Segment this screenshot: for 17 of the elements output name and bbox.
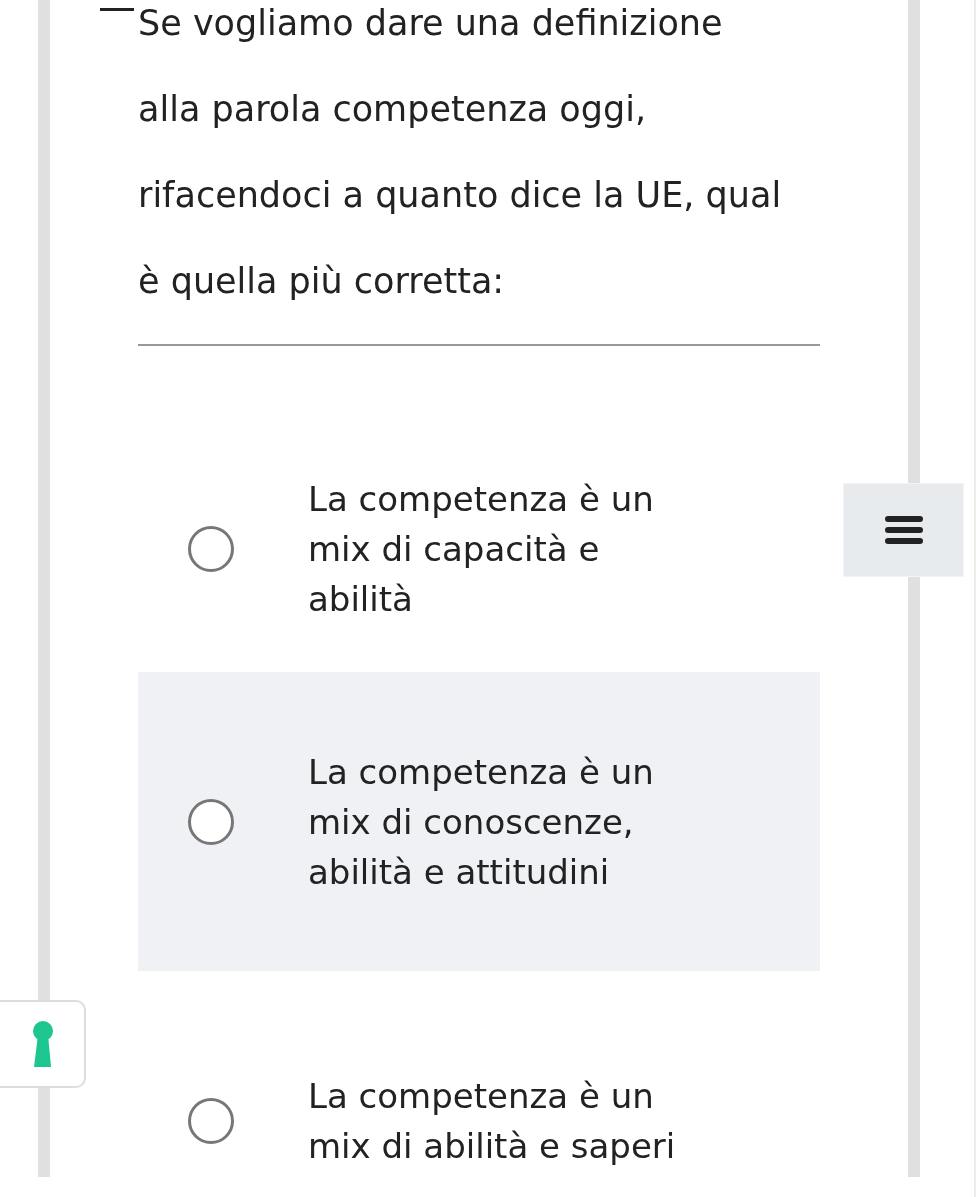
option-label: La competenza è un mix di abilità e saperi <box>308 1074 677 1168</box>
question-text: Se vogliamo dare una definizione <box>138 3 723 43</box>
question-text: rifacendoci a quanto dice la UE, qual <box>138 175 782 215</box>
question-text: alla parola competenza oggi, <box>138 89 647 129</box>
radio-button[interactable] <box>188 526 234 572</box>
menu-button[interactable] <box>843 483 964 577</box>
keyhole-icon <box>32 1021 54 1067</box>
answer-option[interactable]: La competenza è un mix di capacità e abilità <box>138 426 820 672</box>
option-label: La competenza è un mix di conoscenze, abilità e attitudini <box>308 750 655 894</box>
dash-mark <box>100 8 134 11</box>
radio-button[interactable] <box>188 798 234 845</box>
answer-option[interactable]: La competenza è un mix di abilità e saperi <box>138 971 820 1197</box>
radio-button[interactable] <box>188 1097 234 1144</box>
menu-icon <box>884 515 923 545</box>
answer-option[interactable]: La competenza è un mix di conoscenze, abilità e attitudini <box>138 672 820 971</box>
question-text: è quella più corretta: <box>138 261 505 301</box>
option-label: La competenza è un mix di capacità e abilità <box>308 478 655 621</box>
